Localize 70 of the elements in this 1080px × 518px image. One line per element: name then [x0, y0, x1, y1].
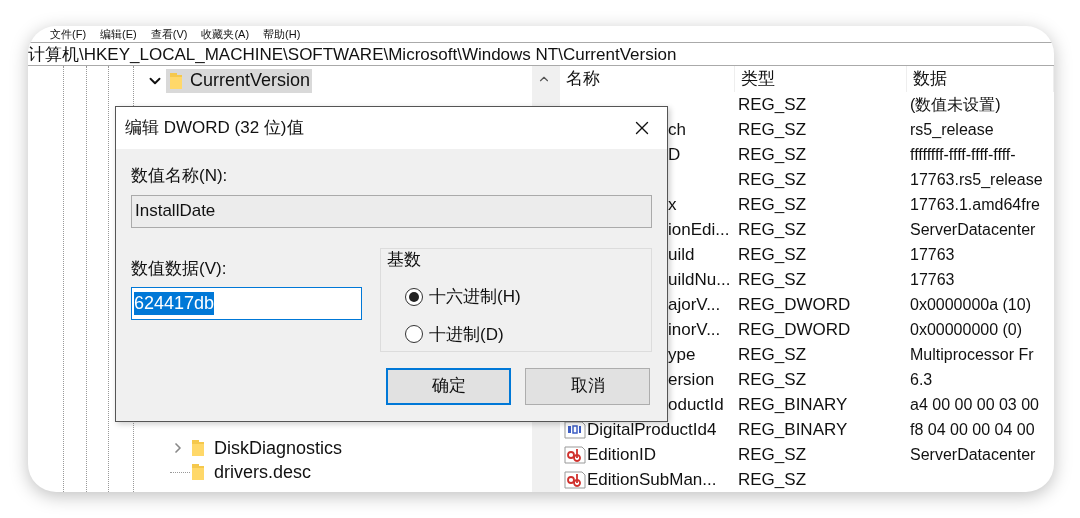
menu-item[interactable]: 帮助(H)	[263, 28, 301, 40]
tree-item[interactable]: CurrentVersion	[166, 68, 313, 93]
value-name[interactable]: x	[668, 192, 677, 218]
value-type: REG_SZ	[737, 444, 808, 466]
value-data: 17763.1.amd64fre	[909, 194, 1041, 215]
value-name[interactable]: ersion	[668, 367, 715, 393]
value-type: REG_BINARY	[737, 394, 849, 416]
group-title: 基数	[387, 248, 422, 271]
value-data: 6.3	[909, 369, 934, 390]
value-name[interactable]: D	[668, 142, 681, 168]
folder-icon	[190, 462, 206, 482]
dialog-title: 编辑 DWORD (32 位)值	[125, 117, 304, 140]
menu-item[interactable]: 编辑(E)	[100, 28, 137, 40]
value-type: REG_SZ	[737, 119, 808, 141]
tree-item[interactable]: DiskDiagnostics	[190, 438, 343, 458]
folder-icon	[190, 438, 206, 458]
menu-item[interactable]: 查看(V)	[150, 28, 188, 40]
value-name[interactable]: ajorV...	[668, 292, 721, 318]
value-data: 0x00000000 (0)	[909, 319, 1024, 340]
menu-item[interactable]: 文件(F)	[50, 28, 87, 40]
value-type: REG_SZ	[737, 244, 808, 266]
menu-item[interactable]: 收藏夹(A)	[201, 28, 250, 40]
value-name[interactable]: ionEdi...	[668, 217, 730, 243]
value-name[interactable]: uildNu...	[668, 267, 731, 293]
value-data: ServerDatacenter	[909, 219, 1037, 240]
value-data: 17763.rs5_release	[909, 169, 1044, 190]
value-type: REG_SZ	[737, 269, 808, 291]
value-data: 17763	[909, 269, 956, 290]
value-type: REG_SZ	[737, 194, 808, 216]
dialog-button[interactable]: 确定	[386, 367, 511, 405]
value-name[interactable]: oductId	[668, 392, 724, 418]
value-type: REG_SZ	[737, 169, 808, 191]
value-type: REG_SZ	[737, 219, 808, 241]
column-header[interactable]: 名称	[560, 66, 735, 92]
radio-option[interactable]: 十六进制(H)	[405, 284, 645, 310]
field-label: 数值数据(V):	[131, 257, 228, 280]
string-value-icon	[564, 444, 586, 465]
folder-icon	[168, 70, 184, 91]
value-data: 17763	[909, 244, 956, 265]
value-data: rs5_release	[909, 119, 995, 140]
value-name[interactable]: ype	[668, 342, 696, 368]
value-name[interactable]: EditionSubMan...	[587, 467, 717, 492]
value-data-field[interactable]: 624417db	[131, 287, 362, 320]
value-type: REG_SZ	[737, 469, 808, 491]
value-data: ServerDatacenter	[909, 444, 1037, 465]
value-type: REG_BINARY	[737, 419, 849, 441]
tree-item[interactable]: drivers.desc	[190, 462, 312, 482]
value-name[interactable]: uild	[668, 242, 695, 268]
value-data: Multiprocessor Fr	[909, 344, 1035, 365]
value-type: REG_DWORD	[737, 294, 852, 316]
value-type: REG_SZ	[737, 344, 808, 366]
value-name[interactable]: ch	[668, 117, 686, 143]
field-label: 数值名称(N):	[131, 165, 229, 187]
address-bar[interactable]: 计算机\HKEY_LOCAL_MACHINE\SOFTWARE\Microsoft\Windows NT\CurrentVersion	[28, 45, 677, 63]
value-data: 0x0000000a (10)	[909, 294, 1032, 315]
column-header[interactable]: 数据	[907, 66, 1054, 92]
value-data: (数值未设置)	[909, 94, 1002, 115]
value-data: f8 04 00 00 04 00	[909, 419, 1036, 440]
value-data: a4 00 00 00 03 00	[909, 394, 1040, 415]
value-type: REG_SZ	[737, 94, 808, 116]
column-header[interactable]: 类型	[735, 66, 907, 92]
radio-option[interactable]: 十进制(D)	[405, 321, 645, 347]
value-type: REG_SZ	[737, 369, 808, 391]
value-type: REG_DWORD	[737, 319, 852, 341]
value-type: REG_SZ	[737, 144, 808, 166]
value-name[interactable]: EditionID	[587, 442, 656, 468]
dialog-button[interactable]: 取消	[525, 367, 650, 405]
value-name-field[interactable]: InstallDate	[131, 194, 652, 228]
value-data: ffffffff-ffff-ffff-ffff-	[909, 144, 1017, 165]
value-name[interactable]: inorV...	[668, 317, 721, 343]
